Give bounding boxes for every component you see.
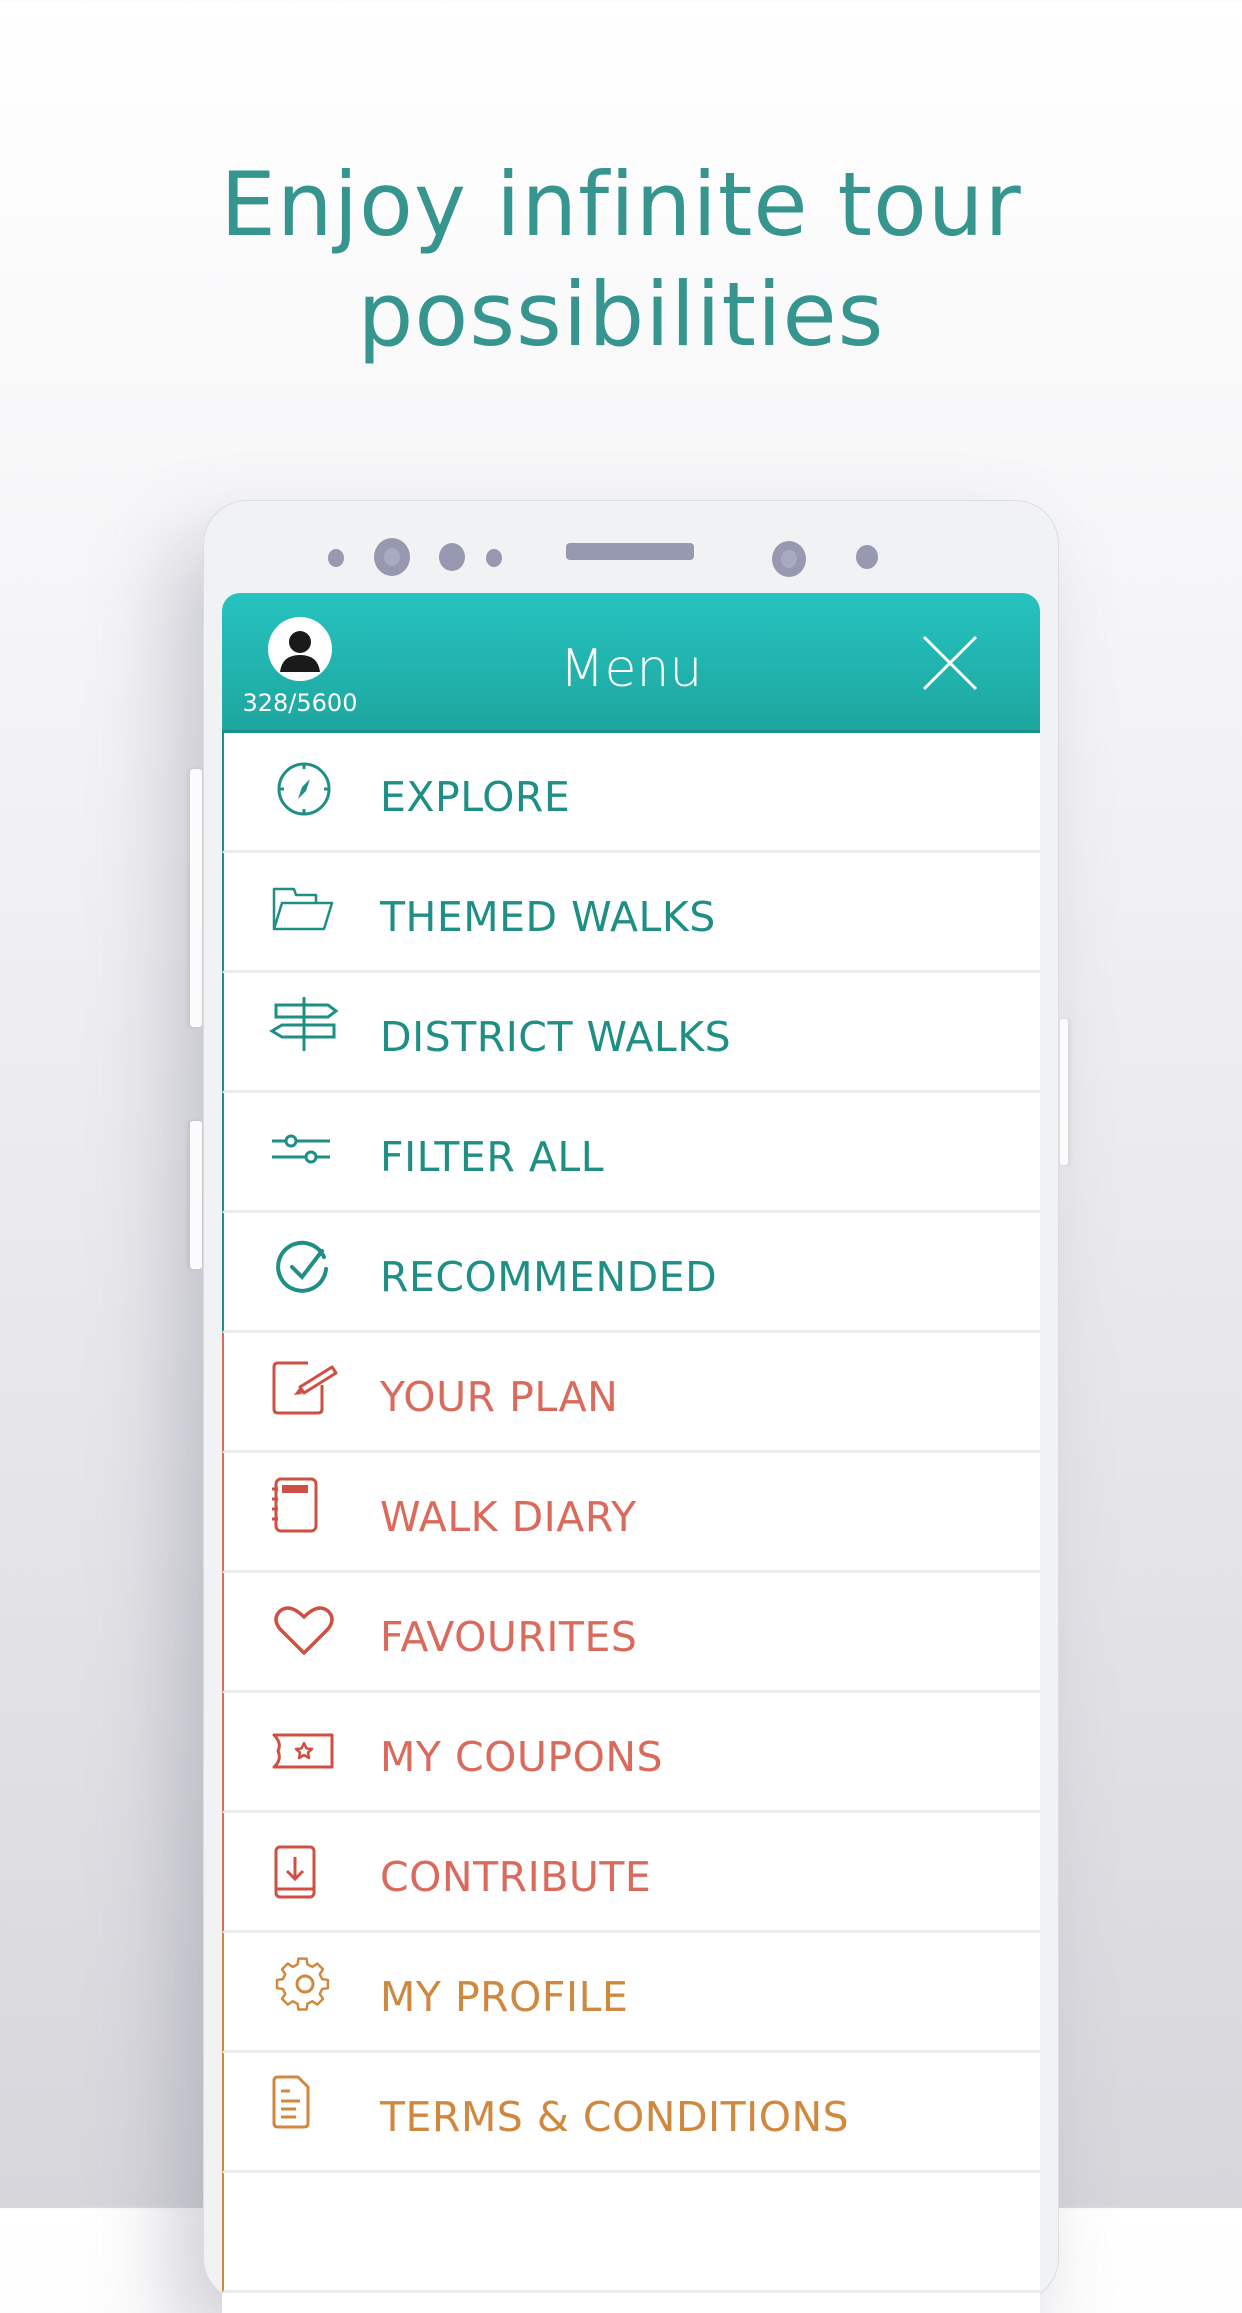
close-icon[interactable] [920,633,980,693]
menu-item-walk-diary[interactable]: WALK DIARY [222,1453,1040,1573]
coupon-icon [272,1717,336,1781]
sensor-dot [486,549,502,567]
compass-icon [272,757,336,821]
headline-line-1: Enjoy infinite tour [220,153,1022,256]
front-camera [374,538,410,576]
headline-line-2: possibilities [357,263,885,366]
sensor-dot [328,549,344,567]
menu-item-filter-all[interactable]: FILTER ALL [222,1093,1040,1213]
front-camera-2 [772,541,806,577]
menu-item-label: YOUR PLAN [380,1373,619,1421]
menu-item-label: FILTER ALL [380,1133,605,1181]
menu-item-district-walks[interactable]: DISTRICT WALKS [222,973,1040,1093]
menu-item-label: WALK DIARY [380,1493,637,1541]
menu-item-label: CONTRIBUTE [380,1853,652,1901]
check-circle-icon [272,1237,336,1301]
menu-item-label: EXPLORE [380,773,571,821]
download-book-icon [272,1837,336,1901]
power-button [1060,1019,1068,1165]
menu-item-label: MY COUPONS [380,1733,664,1781]
menu-item-favourites[interactable]: FAVOURITES [222,1573,1040,1693]
document-icon [272,2075,336,2141]
menu-item-my-coupons[interactable]: MY COUPONS [222,1693,1040,1813]
sensor-dot [439,543,465,571]
heart-icon [272,1597,336,1661]
edit-icon [272,1357,338,1421]
phone-frame: 328/5600 Menu EXPLORE THEMED WALKS DISTR… [190,500,1068,2313]
menu-item-contribute[interactable]: CONTRIBUTE [222,1813,1040,1933]
menu-item-label: DISTRICT WALKS [380,1013,732,1061]
menu-item-label: TERMS & CONDITIONS [380,2093,850,2141]
menu-item-label: RECOMMENDED [380,1253,718,1301]
gear-icon [272,1957,336,2021]
notebook-icon [272,1477,336,1541]
earpiece-speaker [566,543,694,560]
volume-down-button [190,1121,202,1269]
menu-list: EXPLORE THEMED WALKS DISTRICT WALKS FILT… [222,733,1040,2293]
menu-item-label: MY PROFILE [380,1973,629,2021]
menu-item-my-profile[interactable]: MY PROFILE [222,1933,1040,2053]
signpost-icon [269,997,339,1061]
menu-item-label: THEMED WALKS [380,893,716,941]
menu-header: 328/5600 Menu [222,593,1040,733]
menu-item-explore[interactable]: EXPLORE [222,733,1040,853]
menu-item-recommended[interactable]: RECOMMENDED [222,1213,1040,1333]
menu-item-your-plan[interactable]: YOUR PLAN [222,1333,1040,1453]
menu-item-terms-conditions[interactable]: TERMS & CONDITIONS [222,2053,1040,2173]
folder-icon [272,877,336,941]
headline: Enjoy infinite tour possibilities [0,150,1242,370]
sliders-icon [272,1117,336,1181]
volume-up-button [190,769,202,1027]
menu-item-partial [222,2173,1040,2293]
menu-title: Menu [559,639,703,699]
sensor-dot [856,545,878,569]
app-screen: 328/5600 Menu EXPLORE THEMED WALKS DISTR… [222,593,1040,2313]
menu-item-themed-walks[interactable]: THEMED WALKS [222,853,1040,973]
menu-item-label: FAVOURITES [380,1613,638,1661]
